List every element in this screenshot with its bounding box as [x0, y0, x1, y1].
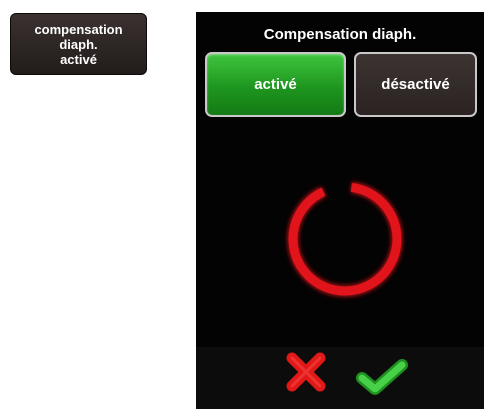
status-line-2: diaph.	[59, 36, 98, 52]
status-line-1: compensation	[34, 21, 123, 37]
status-tile: compensation diaph. activé	[10, 13, 147, 75]
active-option-button[interactable]: activé	[205, 52, 346, 117]
active-option-label: activé	[254, 76, 297, 93]
screen-title: Compensation diaph.	[263, 26, 417, 43]
loading-spinner-icon	[280, 174, 410, 304]
cancel-x-icon[interactable]	[284, 350, 328, 394]
settings-screen: Compensation diaph. activé désactivé	[196, 12, 484, 409]
status-line-3: activé	[60, 51, 97, 67]
action-bar	[196, 347, 484, 409]
confirm-check-icon[interactable]	[356, 358, 408, 396]
inactive-option-button[interactable]: désactivé	[354, 52, 477, 117]
inactive-option-label: désactivé	[381, 76, 450, 93]
